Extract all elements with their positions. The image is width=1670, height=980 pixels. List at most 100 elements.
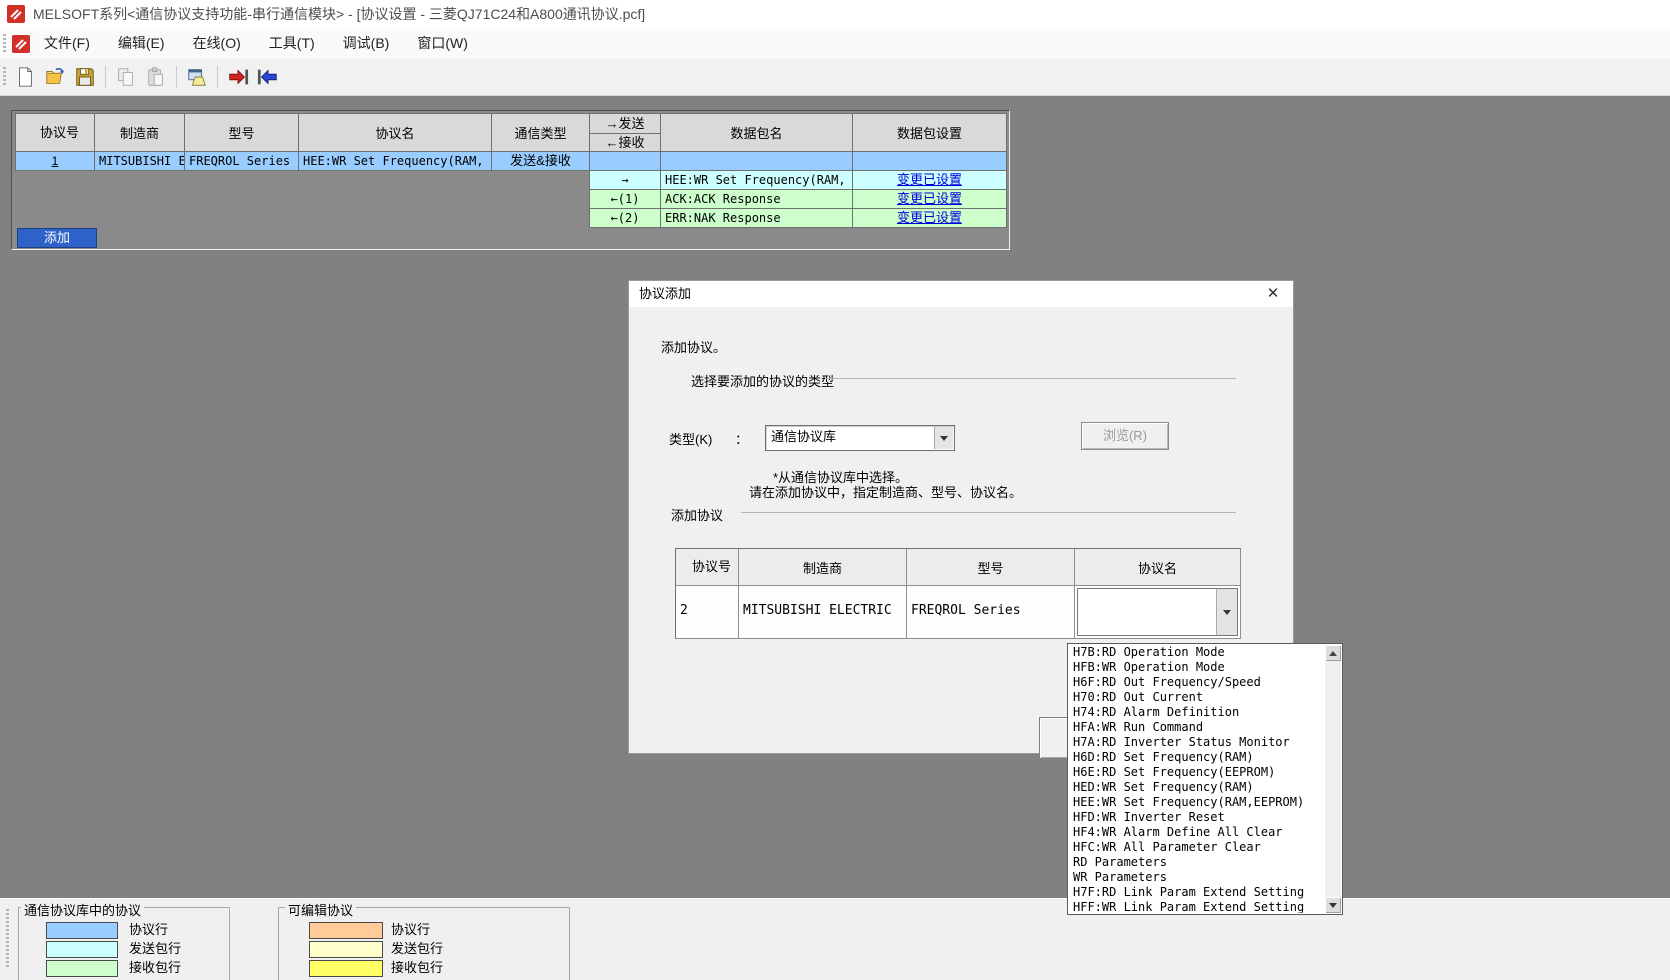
protocol-type-value: 通信协议库 (771, 426, 836, 448)
chevron-down-icon[interactable] (1216, 589, 1237, 635)
dropdown-item[interactable]: HFC:WR All Parameter Clear (1069, 840, 1324, 855)
header-protocol-no: 协议号 (16, 114, 95, 152)
menu-online[interactable]: 在线(O) (179, 28, 255, 59)
add-group-label: 添加协议 (671, 505, 723, 524)
cell-packet-setting: 变更已设置 (853, 190, 1007, 209)
dropdown-item[interactable]: H6F:RD Out Frequency/Speed (1069, 675, 1324, 690)
dropdown-item[interactable]: H7B:RD Operation Mode (1069, 645, 1324, 660)
legend-label: 接收包行 (129, 959, 181, 976)
protocol-name-dropdown-list: H7B:RD Operation Mode HFB:WR Operation M… (1067, 643, 1343, 915)
packet-row: ←(2) ERR:NAK Response 变更已设置 (590, 209, 1007, 228)
scroll-down-icon[interactable] (1325, 897, 1341, 913)
legend-swatch-receive-row (46, 960, 118, 977)
scroll-up-icon[interactable] (1325, 645, 1341, 661)
dropdown-item[interactable]: H7F:RD Link Param Extend Setting (1069, 885, 1324, 900)
menubar-grip[interactable] (3, 34, 6, 54)
cell-model: FREQROL Series (185, 152, 299, 171)
menu-file[interactable]: 文件(F) (30, 28, 104, 59)
cell-packet-setting: 变更已设置 (853, 171, 1007, 190)
legend-label: 协议行 (391, 921, 430, 938)
header-model: 型号 (185, 114, 299, 152)
dropdown-item[interactable]: H70:RD Out Current (1069, 690, 1324, 705)
legend-swatch-receive-row (309, 960, 383, 977)
group-separator-line (825, 378, 1236, 379)
paste-icon[interactable] (142, 63, 170, 91)
dropdown-item[interactable]: RD Parameters (1069, 855, 1324, 870)
copy-icon[interactable] (112, 63, 140, 91)
dialog-intro-text: 添加协议。 (661, 337, 726, 356)
type-label: 类型(K) (669, 429, 712, 448)
packet-row: ←(1) ACK:ACK Response 变更已设置 (590, 190, 1007, 209)
toolbar-grip[interactable] (3, 67, 6, 87)
dropdown-item[interactable]: HEE:WR Set Frequency(RAM,EEPROM) (1069, 795, 1324, 810)
dialog-title-bar: 协议添加 (629, 281, 1293, 307)
editable-legend-group: 可编辑协议 协议行 发送包行 接收包行 (278, 907, 570, 980)
header-model: 型号 (907, 549, 1075, 586)
protocol-name-combobox[interactable] (1075, 586, 1241, 639)
packet-rows: → HEE:WR Set Frequency(RAM, 变更已设置 ←(1) A… (589, 171, 1007, 228)
toolbar-separator (217, 66, 218, 88)
cell-manufacturer: MITSUBISHI ELECTRIC (739, 586, 907, 639)
toolbar-separator (176, 66, 177, 88)
cell-manufacturer: MITSUBISHI E (95, 152, 185, 171)
group-separator-line (741, 512, 1236, 513)
protocol-row: 1 MITSUBISHI E FREQROL Series HEE:WR Set… (16, 152, 1007, 171)
packet-setting-link[interactable]: 变更已设置 (853, 171, 1006, 189)
cell-protocol-no: 2 (676, 586, 739, 639)
dropdown-item[interactable]: H6D:RD Set Frequency(RAM) (1069, 750, 1324, 765)
open-file-icon[interactable] (41, 63, 69, 91)
header-manufacturer: 制造商 (739, 549, 907, 586)
menu-debug[interactable]: 调试(B) (329, 28, 404, 59)
add-protocol-table: 协议号 制造商 型号 协议名 2 MITSUBISHI ELECTRIC FRE… (675, 548, 1241, 639)
type-colon: ： (735, 429, 748, 448)
legend-swatch-send-row (309, 941, 383, 958)
close-icon[interactable]: ✕ (1261, 283, 1285, 305)
dropdown-item[interactable]: H74:RD Alarm Definition (1069, 705, 1324, 720)
packet-setting-link[interactable]: 变更已设置 (853, 190, 1006, 208)
protocol-print-icon[interactable] (183, 63, 211, 91)
window-title: MELSOFT系列<通信协议支持功能-串行通信模块> - [协议设置 - 三菱Q… (33, 4, 645, 24)
header-packet-name: 数据包名 (661, 114, 853, 152)
note-line-2: 请在添加协议中，指定制造商、型号、协议名。 (749, 482, 1022, 501)
dialog-title: 协议添加 (639, 286, 691, 301)
protocol-type-combobox[interactable]: 通信协议库 (765, 425, 955, 451)
dropdown-item[interactable]: HFD:WR Inverter Reset (1069, 810, 1324, 825)
write-to-module-icon[interactable] (224, 63, 252, 91)
dropdown-item[interactable]: H6E:RD Set Frequency(EEPROM) (1069, 765, 1324, 780)
cell-packet-setting: 变更已设置 (853, 209, 1007, 228)
dropdown-item[interactable]: H7A:RD Inverter Status Monitor (1069, 735, 1324, 750)
cell-packet-direction: → (590, 171, 661, 190)
browse-button[interactable]: 浏览(R) (1081, 422, 1169, 450)
melsoft-menu-icon[interactable] (12, 35, 30, 53)
dropdown-item[interactable]: HFF:WR Link Param Extend Setting (1069, 900, 1324, 913)
packet-setting-link[interactable]: 变更已设置 (853, 209, 1006, 227)
dropdown-item[interactable]: HF4:WR Alarm Define All Clear (1069, 825, 1324, 840)
new-file-icon[interactable] (11, 63, 39, 91)
dropdown-item[interactable]: WR Parameters (1069, 870, 1324, 885)
dropdown-item[interactable]: HFB:WR Operation Mode (1069, 660, 1324, 675)
header-manufacturer: 制造商 (95, 114, 185, 152)
header-protocol-name: 协议名 (299, 114, 492, 152)
read-from-module-icon[interactable] (254, 63, 282, 91)
header-protocol-name: 协议名 (1075, 549, 1241, 586)
title-bar: MELSOFT系列<通信协议支持功能-串行通信模块> - [协议设置 - 三菱Q… (0, 0, 1670, 29)
legend-swatch-protocol-row (309, 922, 383, 939)
add-protocol-button[interactable]: 添加 (17, 228, 97, 248)
legend-bar: 通信协议库中的协议 协议行 发送包行 接收包行 可编辑协议 协议行 发送包行 接… (0, 898, 1670, 980)
dropdown-item[interactable]: HFA:WR Run Command (1069, 720, 1324, 735)
toolbar-separator (105, 66, 106, 88)
library-legend-title: 通信协议库中的协议 (21, 900, 144, 919)
menu-edit[interactable]: 编辑(E) (104, 28, 179, 59)
legend-label: 接收包行 (391, 959, 443, 976)
type-group-label: 选择要添加的协议的类型 (691, 371, 834, 390)
dropdown-item[interactable]: HED:WR Set Frequency(RAM) (1069, 780, 1324, 795)
dropdown-scrollbar[interactable] (1325, 645, 1341, 913)
chevron-down-icon[interactable] (934, 427, 953, 449)
cell-protocol-no[interactable]: 1 (16, 152, 95, 171)
menu-tools[interactable]: 工具(T) (255, 28, 329, 59)
save-icon[interactable] (71, 63, 99, 91)
cell-packet-name: ERR:NAK Response (661, 209, 853, 228)
protocol-table: 协议号 制造商 型号 协议名 通信类型 →发送 ←接收 数据包名 数据包设置 1… (11, 110, 1010, 250)
menu-window[interactable]: 窗口(W) (403, 28, 482, 59)
menu-bar: 文件(F) 编辑(E) 在线(O) 工具(T) 调试(B) 窗口(W) (0, 28, 1670, 60)
